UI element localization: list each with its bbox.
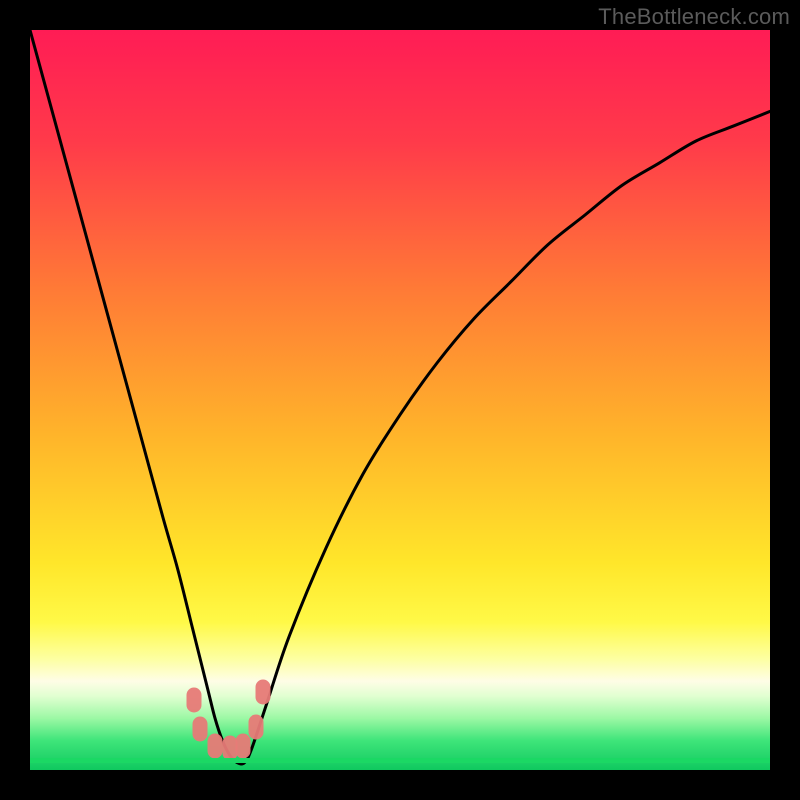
chart-frame: TheBottleneck.com: [0, 0, 800, 800]
curve-marker: [256, 680, 271, 705]
curve-marker: [187, 687, 202, 712]
curve-marker: [193, 717, 208, 742]
curve-markers: [30, 30, 770, 770]
curve-marker: [236, 734, 251, 759]
curve-marker: [248, 715, 263, 740]
plot-area: [30, 30, 770, 770]
baseline-stripe: [30, 758, 770, 763]
watermark-text: TheBottleneck.com: [598, 4, 790, 30]
curve-marker: [208, 734, 223, 759]
